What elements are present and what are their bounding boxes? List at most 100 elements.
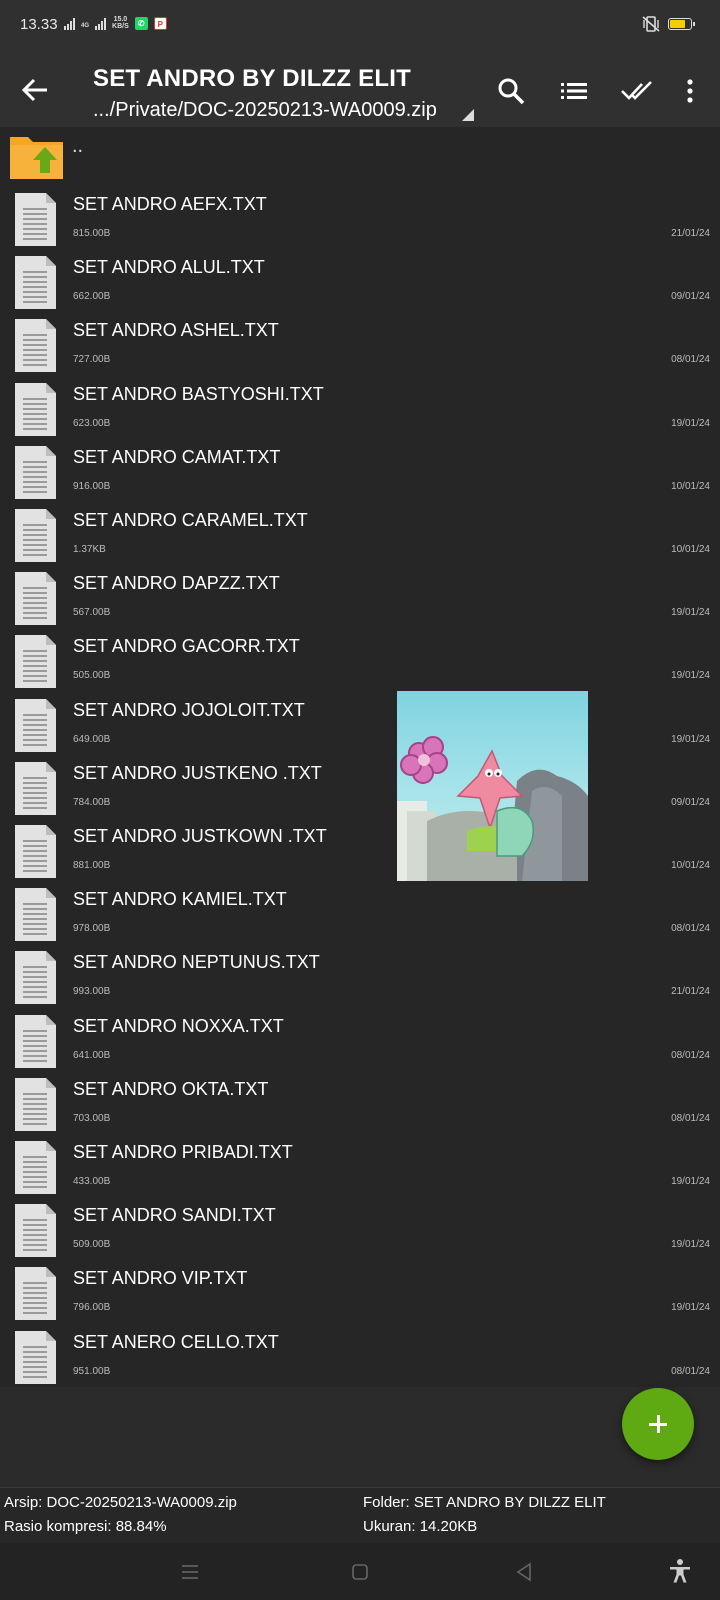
add-fab-button[interactable] <box>622 1388 694 1460</box>
file-date: 09/01/24 <box>671 291 710 303</box>
file-date: 08/01/24 <box>671 1112 710 1124</box>
size-info: Ukuran: 14.20KB <box>363 1518 478 1535</box>
text-file-icon <box>15 572 56 626</box>
file-row[interactable]: SET ANDRO BASTYOSHI.TXT 623.00B 19/01/24 <box>0 376 720 439</box>
file-name: SET ANDRO ASHEL.TXT <box>73 320 279 341</box>
file-date: 19/01/24 <box>671 417 710 429</box>
file-row[interactable]: SET ANDRO JUSTKOWN .TXT 881.00B 10/01/24 <box>0 818 720 881</box>
recent-apps-icon[interactable] <box>180 1563 200 1581</box>
back-nav-icon[interactable] <box>515 1562 533 1582</box>
file-name: SET ANDRO JOJOLOIT.TXT <box>73 699 305 720</box>
file-row[interactable]: SET ANDRO OKTA.TXT 703.00B 08/01/24 <box>0 1071 720 1134</box>
file-row[interactable]: SET ANDRO SANDI.TXT 509.00B 19/01/24 <box>0 1197 720 1260</box>
file-date: 19/01/24 <box>671 670 710 682</box>
status-right-icons <box>642 16 695 32</box>
compression-ratio-info: Rasio kompresi: 88.84% <box>4 1518 167 1535</box>
text-file-icon <box>15 825 56 878</box>
archive-info-bar: Arsip: DOC-20250213-WA0009.zip Rasio kom… <box>0 1487 720 1543</box>
text-file-icon <box>15 382 56 436</box>
file-row[interactable]: SET ANDRO GACORR.TXT 505.00B 19/01/24 <box>0 628 720 691</box>
text-file-icon <box>15 1330 56 1384</box>
file-date: 10/01/24 <box>671 544 710 555</box>
file-row[interactable]: SET ANDRO NEPTUNUS.TXT 993.00B 21/01/24 <box>0 944 720 1007</box>
file-row[interactable]: SET ANDRO ALUL.TXT 662.00B 09/01/24 <box>0 249 720 312</box>
file-name: SET ANDRO SANDI.TXT <box>73 1205 276 1226</box>
file-size: 784.00B <box>73 796 111 808</box>
patrick-sticker-illustration <box>397 736 588 881</box>
file-list[interactable]: .. SET ANDRO AEFX.TXT 815.00B 21/01/24 SET … <box>0 127 720 1387</box>
search-icon[interactable] <box>496 76 526 106</box>
file-date: 19/01/24 <box>671 1176 710 1187</box>
file-size: 916.00B <box>73 480 111 492</box>
status-bar: 13.33 4G 15.0 KB/S ✆ P <box>0 0 720 52</box>
parent-directory-row[interactable]: .. <box>0 127 720 183</box>
file-date: 19/01/24 <box>671 733 710 745</box>
text-file-icon <box>15 1267 56 1321</box>
file-date: 21/01/24 <box>671 228 710 239</box>
file-date: 10/01/24 <box>671 480 710 492</box>
file-date: 08/01/24 <box>671 354 710 366</box>
file-row[interactable]: SET ANDRO CAMAT.TXT 916.00B 10/01/24 <box>0 439 720 502</box>
archive-path[interactable]: .../Private/DOC-20250213-WA0009.zip <box>93 99 437 122</box>
file-row[interactable]: SET ANDRO PRIBADI.TXT 433.00B 19/01/24 <box>0 1134 720 1197</box>
accessibility-icon[interactable] <box>668 1558 692 1584</box>
file-name: SET ANDRO GACORR.TXT <box>73 636 300 657</box>
home-icon[interactable] <box>351 1563 369 1581</box>
app-notification-icon: P <box>153 17 167 30</box>
file-row[interactable]: SET ANDRO AEFX.TXT 815.00B 21/01/24 <box>0 186 720 249</box>
file-size: 641.00B <box>73 1049 111 1061</box>
file-name: SET ANERO CELLO.TXT <box>73 1331 279 1352</box>
file-row[interactable]: SET ANDRO CARAMEL.TXT 1.37KB 10/01/24 <box>0 502 720 565</box>
file-size: 993.00B <box>73 986 111 998</box>
file-row[interactable]: SET ANDRO NOXXA.TXT 641.00B 08/01/24 <box>0 1008 720 1071</box>
file-size: 623.00B <box>73 417 111 429</box>
text-file-icon <box>15 888 56 942</box>
file-date: 09/01/24 <box>671 796 710 808</box>
system-nav-bar <box>0 1543 720 1600</box>
file-size: 727.00B <box>73 354 111 366</box>
text-file-icon <box>15 1204 56 1258</box>
file-name: SET ANDRO CARAMEL.TXT <box>73 510 308 530</box>
file-name: SET ANDRO CAMAT.TXT <box>73 446 281 467</box>
file-size: 567.00B <box>73 607 111 619</box>
battery-icon <box>668 18 695 30</box>
file-name: SET ANDRO JUSTKOWN .TXT <box>73 826 327 846</box>
text-file-icon <box>15 509 56 562</box>
text-file-icon <box>15 951 56 1005</box>
file-name: SET ANDRO PRIBADI.TXT <box>73 1142 293 1162</box>
double-check-icon[interactable] <box>620 76 654 106</box>
whatsapp-icon: ✆ <box>134 17 148 30</box>
file-name: SET ANDRO ALUL.TXT <box>73 257 265 278</box>
sticker-image[interactable] <box>397 691 588 881</box>
archive-name-info: Arsip: DOC-20250213-WA0009.zip <box>4 1494 237 1511</box>
file-row[interactable]: SET ANDRO ASHEL.TXT 727.00B 08/01/24 <box>0 312 720 375</box>
arrow-left-icon[interactable] <box>18 74 54 106</box>
page-title: SET ANDRO BY DILZZ ELIT <box>93 65 411 92</box>
path-dropdown-icon[interactable] <box>462 109 474 121</box>
file-row[interactable]: SET ANDRO DAPZZ.TXT 567.00B 19/01/24 <box>0 565 720 628</box>
status-left-icons: 4G 15.0 KB/S ✆ P <box>64 16 167 30</box>
file-row[interactable]: SET ANDRO KAMIEL.TXT 978.00B 08/01/24 <box>0 881 720 944</box>
file-date: 19/01/24 <box>671 607 710 619</box>
file-size: 978.00B <box>73 923 111 935</box>
file-size: 662.00B <box>73 291 111 303</box>
text-file-icon <box>15 1141 56 1194</box>
file-size: 1.37KB <box>73 544 106 555</box>
file-date: 19/01/24 <box>671 1239 710 1251</box>
file-row[interactable]: SET ANDRO JUSTKENO .TXT 784.00B 09/01/24 <box>0 755 720 818</box>
file-date: 21/01/24 <box>671 986 710 998</box>
list-view-icon[interactable] <box>559 76 589 106</box>
more-vert-icon[interactable] <box>680 76 700 106</box>
file-row[interactable]: SET ANDRO JOJOLOIT.TXT 649.00B 19/01/24 <box>0 692 720 755</box>
signal-icon-2 <box>95 18 107 30</box>
file-date: 08/01/24 <box>671 1365 710 1377</box>
text-file-icon <box>15 256 56 310</box>
file-row[interactable]: SET ANDRO VIP.TXT 796.00B 19/01/24 <box>0 1260 720 1323</box>
file-date: 08/01/24 <box>671 923 710 935</box>
file-name: SET ANDRO NEPTUNUS.TXT <box>73 952 320 973</box>
app-bar: SET ANDRO BY DILZZ ELIT .../Private/DOC-… <box>0 52 720 127</box>
file-name: SET ANDRO VIP.TXT <box>73 1268 248 1289</box>
file-size: 703.00B <box>73 1112 111 1124</box>
file-row[interactable]: SET ANERO CELLO.TXT 951.00B 08/01/24 <box>0 1324 720 1387</box>
text-file-icon <box>15 761 56 815</box>
